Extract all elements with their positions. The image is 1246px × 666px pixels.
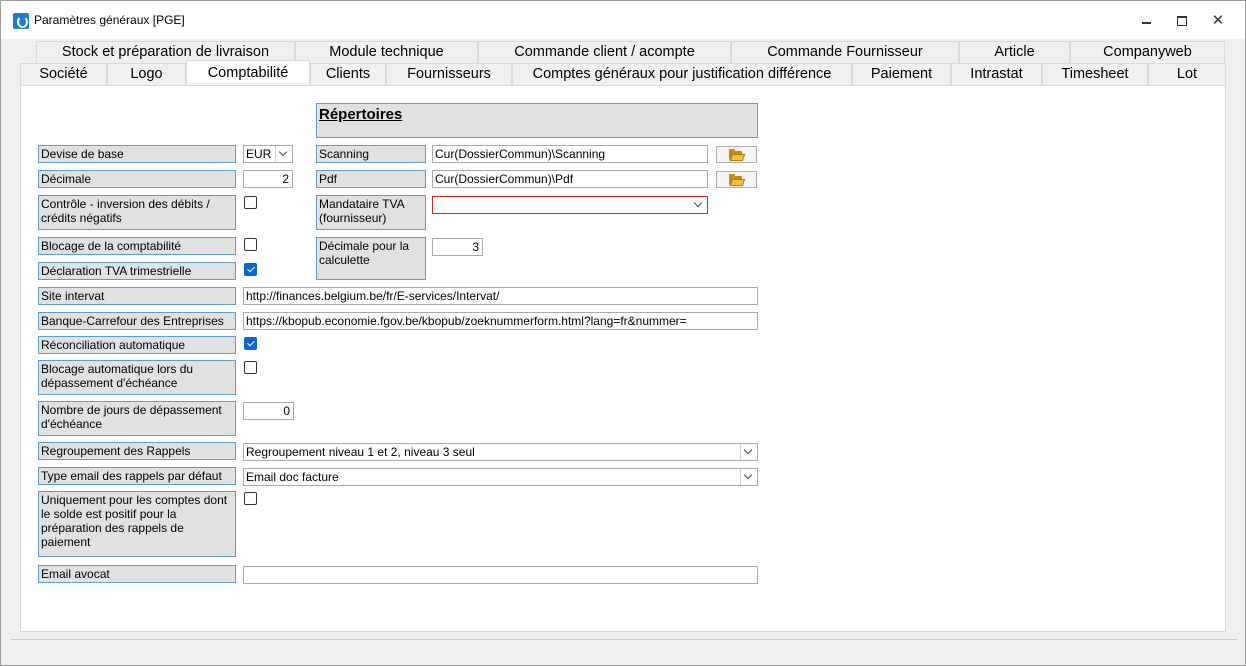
pdf-label: Pdf	[316, 170, 426, 188]
mandataire-select[interactable]	[432, 196, 708, 214]
type-email-value: Email doc facture	[246, 470, 339, 484]
tab-logo[interactable]: Logo	[107, 63, 186, 85]
folder-open-icon	[729, 149, 746, 161]
tab-commande-fournisseur[interactable]: Commande Fournisseur	[731, 41, 959, 63]
mandataire-label: Mandataire TVA (fournisseur)	[316, 195, 426, 230]
nombre-jours-label: Nombre de jours de dépassement d'échéanc…	[38, 401, 236, 436]
regroupement-select[interactable]: Regroupement niveau 1 et 2, niveau 3 seu…	[243, 443, 758, 461]
scanning-browse-button[interactable]	[716, 146, 757, 163]
devise-label: Devise de base	[38, 145, 236, 163]
repertoires-header: Répertoires	[316, 103, 758, 138]
chevron-down-icon[interactable]	[743, 447, 754, 457]
minimize-icon[interactable]	[1132, 11, 1160, 31]
tab-commande-client[interactable]: Commande client / acompte	[478, 41, 731, 63]
tab-comptabilite[interactable]: Comptabilité	[186, 60, 310, 83]
banque-carrefour-field[interactable]: https://kbopub.economie.fgov.be/kbopub/z…	[243, 312, 758, 330]
devise-value: EUR	[246, 147, 272, 161]
regroupement-value: Regroupement niveau 1 et 2, niveau 3 seu…	[246, 445, 475, 459]
tab-article[interactable]: Article	[959, 41, 1070, 63]
uniquement-checkbox[interactable]	[244, 492, 257, 505]
tab-intrastat[interactable]: Intrastat	[951, 63, 1042, 85]
dropdown-separator	[275, 146, 276, 162]
blocage-auto-label: Blocage automatique lors du dépassement …	[38, 360, 236, 395]
type-email-label: Type email des rappels par défaut	[38, 467, 236, 485]
type-email-select[interactable]: Email doc facture	[243, 468, 758, 486]
pdf-field[interactable]: Cur(DossierCommun)\Pdf	[432, 170, 708, 188]
close-icon[interactable]: ✕	[1204, 11, 1232, 31]
reconciliation-label: Réconciliation automatique	[38, 336, 236, 354]
nombre-jours-field[interactable]: 0	[243, 402, 294, 420]
tab-module-technique[interactable]: Module technique	[295, 41, 478, 63]
tab-strip: Stock et préparation de livraison Module…	[20, 41, 1226, 85]
chevron-down-icon[interactable]	[693, 200, 704, 210]
tab-fournisseurs[interactable]: Fournisseurs	[386, 63, 512, 85]
dropdown-separator	[740, 444, 741, 460]
blocage-auto-checkbox[interactable]	[244, 361, 257, 374]
blocage-label: Blocage de la comptabilité	[38, 237, 236, 255]
dropdown-separator	[740, 469, 741, 485]
tab-comptes-generaux[interactable]: Comptes généraux pour justification diff…	[512, 63, 852, 85]
declaration-checkbox[interactable]	[244, 263, 257, 276]
window-title: Paramètres généraux [PGE]	[34, 13, 185, 27]
tab-timesheet[interactable]: Timesheet	[1042, 63, 1148, 85]
devise-select[interactable]: EUR	[243, 145, 293, 163]
app-icon	[13, 13, 29, 29]
tab-content-comptabilite: Devise de base EUR Décimale 2 Contrôle -…	[20, 85, 1226, 632]
site-intervat-label: Site intervat	[38, 287, 236, 305]
title-bar: Paramètres généraux [PGE] ✕	[1, 1, 1245, 39]
decimale-label: Décimale	[38, 170, 236, 188]
email-avocat-label: Email avocat	[38, 565, 236, 583]
chevron-down-icon[interactable]	[278, 149, 289, 159]
folder-open-icon	[729, 174, 746, 186]
pdf-browse-button[interactable]	[716, 171, 757, 188]
scanning-label: Scanning	[316, 145, 426, 163]
footer-divider	[11, 639, 1237, 657]
controle-checkbox[interactable]	[244, 196, 257, 209]
tab-societe[interactable]: Société	[20, 63, 107, 85]
email-avocat-field[interactable]	[243, 566, 758, 584]
regroupement-label: Regroupement des Rappels	[38, 442, 236, 460]
scanning-field[interactable]: Cur(DossierCommun)\Scanning	[432, 145, 708, 163]
banque-carrefour-label: Banque-Carrefour des Entreprises	[38, 312, 236, 330]
site-intervat-field[interactable]: http://finances.belgium.be/fr/E-services…	[243, 287, 758, 305]
maximize-icon[interactable]	[1168, 11, 1196, 31]
decimale-field[interactable]: 2	[243, 170, 293, 188]
tab-companyweb[interactable]: Companyweb	[1070, 41, 1225, 63]
decimale-calculette-field[interactable]: 3	[432, 238, 483, 256]
tab-lot[interactable]: Lot	[1148, 63, 1226, 85]
reconciliation-checkbox[interactable]	[244, 337, 257, 350]
chevron-down-icon[interactable]	[743, 472, 754, 482]
tab-paiement[interactable]: Paiement	[852, 63, 951, 85]
decimale-calculette-label: Décimale pour la calculette	[316, 237, 426, 280]
uniquement-label: Uniquement pour les comptes dont le sold…	[38, 491, 236, 557]
blocage-checkbox[interactable]	[244, 238, 257, 251]
controle-label: Contrôle - inversion des débits / crédit…	[38, 195, 236, 230]
settings-window: Paramètres généraux [PGE] ✕ Stock et pré…	[0, 0, 1246, 666]
tab-clients[interactable]: Clients	[310, 63, 386, 85]
declaration-label: Déclaration TVA trimestrielle	[38, 262, 236, 280]
